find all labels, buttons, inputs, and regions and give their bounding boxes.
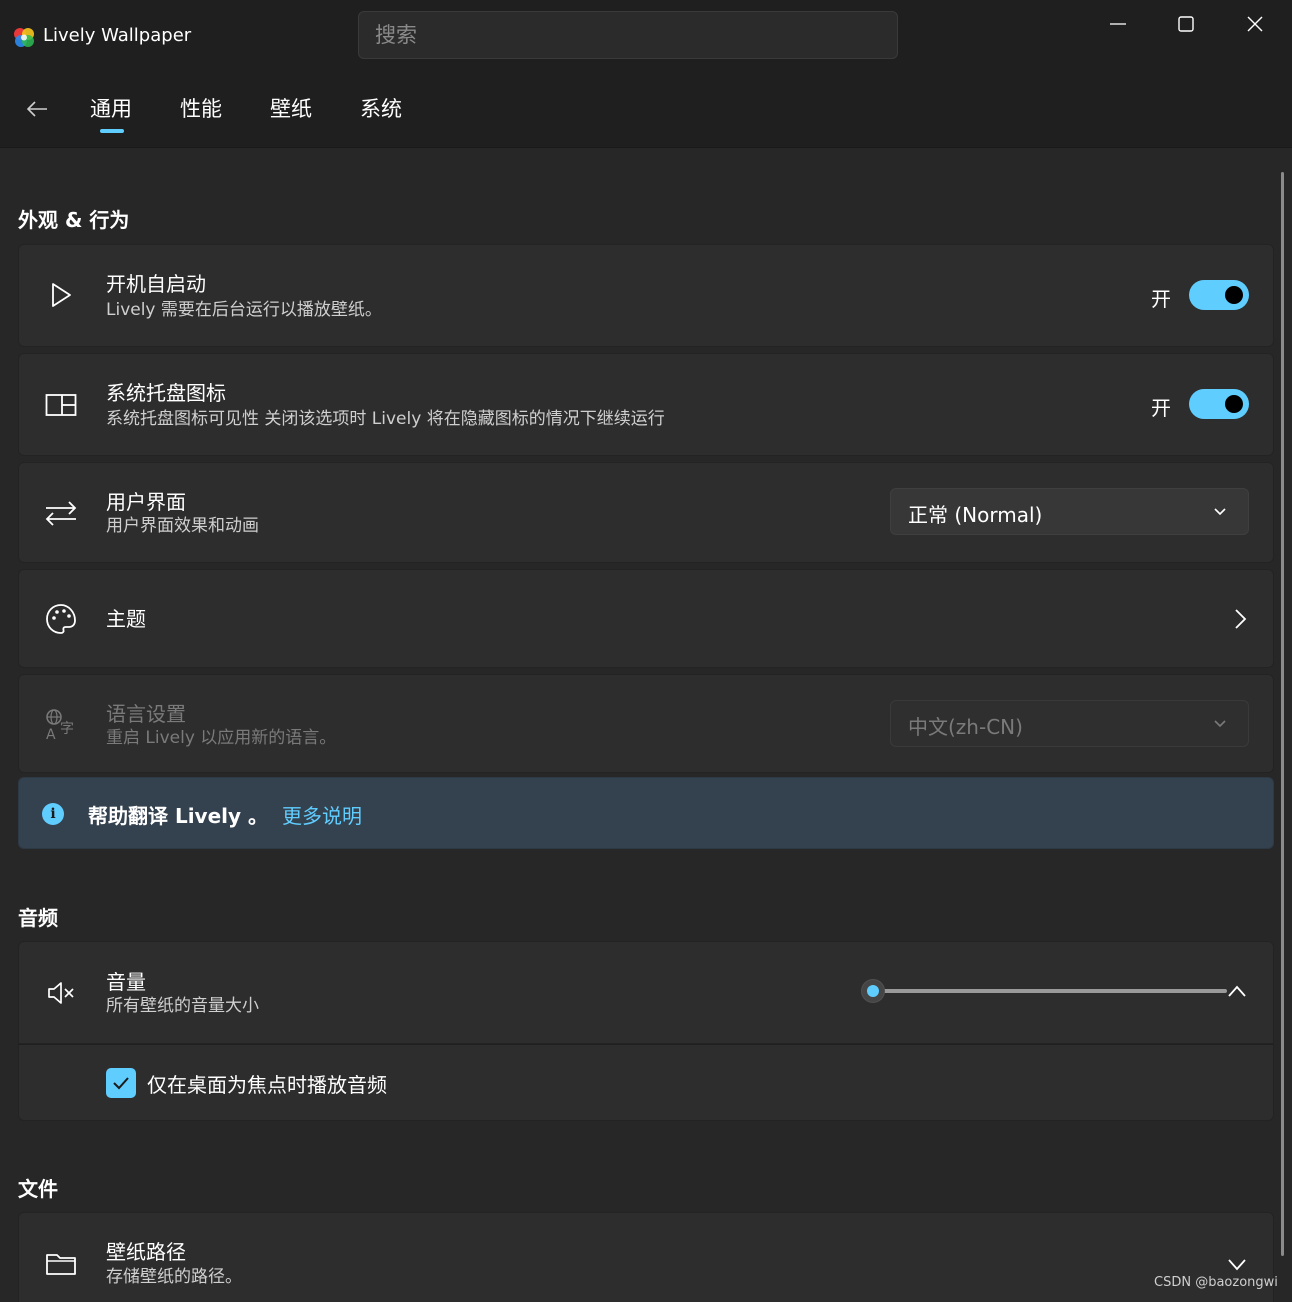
close-button[interactable] <box>1221 0 1289 48</box>
play-icon <box>43 277 79 313</box>
chevron-down-icon <box>1214 508 1226 516</box>
tab-performance[interactable]: 性能 <box>180 94 222 124</box>
scrollbar[interactable] <box>1281 172 1284 1256</box>
slider-track <box>881 989 1227 993</box>
setting-card-startup: 开机自启动 Lively 需要在后台运行以播放壁纸。 开 <box>18 244 1274 347</box>
palette-icon <box>43 601 79 637</box>
back-button[interactable] <box>20 92 54 126</box>
setting-title: 开机自启动 <box>106 272 206 296</box>
setting-description: 系统托盘图标可见性 关闭该选项时 Lively 将在隐藏图标的情况下继续运行 <box>106 409 665 429</box>
chevron-right-icon <box>1235 609 1247 629</box>
tray-icon-toggle[interactable] <box>1189 389 1249 419</box>
setting-title: 音量 <box>106 970 146 994</box>
section-title-audio: 音频 <box>18 906 58 930</box>
chevron-down-icon <box>1214 720 1226 728</box>
setting-description: 所有壁纸的音量大小 <box>106 996 259 1016</box>
tab-general[interactable]: 通用 <box>90 94 132 124</box>
ui-mode-dropdown[interactable]: 正常 (Normal) <box>890 488 1249 535</box>
setting-title: 系统托盘图标 <box>106 381 226 405</box>
more-info-link[interactable]: 更多说明 <box>282 800 362 829</box>
volume-mute-icon <box>43 975 79 1011</box>
tray-panel-icon <box>43 387 79 423</box>
app-title: Lively Wallpaper <box>43 25 192 46</box>
startup-toggle[interactable] <box>1189 280 1249 310</box>
setting-description: 存储壁纸的路径。 <box>106 1267 242 1287</box>
toggle-knob <box>1225 286 1243 304</box>
setting-card-language: A 字 语言设置 重启 Lively 以应用新的语言。 中文(zh-CN) <box>18 674 1274 773</box>
minimize-button[interactable] <box>1084 0 1152 48</box>
setting-card-tray-icon: 系统托盘图标 系统托盘图标可见性 关闭该选项时 Lively 将在隐藏图标的情况… <box>18 353 1274 456</box>
setting-description: Lively 需要在后台运行以播放壁纸。 <box>106 300 382 320</box>
tab-system[interactable]: 系统 <box>360 94 402 124</box>
maximize-button[interactable] <box>1152 0 1220 48</box>
setting-title: 语言设置 <box>106 702 186 726</box>
section-title-files: 文件 <box>18 1177 58 1201</box>
toggle-state-label: 开 <box>1151 396 1171 420</box>
search-input[interactable] <box>359 12 897 58</box>
volume-slider[interactable] <box>861 979 1229 1003</box>
slider-thumb[interactable] <box>861 979 885 1003</box>
section-title-appearance: 外观 & 行为 <box>18 208 130 232</box>
info-message: 帮助翻译 Lively 。 <box>88 804 269 828</box>
minimize-icon <box>1110 23 1126 25</box>
title-bar: Lively Wallpaper <box>0 0 1292 70</box>
setting-card-wallpaper-path: 壁纸路径 存储壁纸的路径。 <box>18 1212 1274 1302</box>
svg-text:字: 字 <box>60 721 74 737</box>
tab-selected-indicator <box>100 129 124 133</box>
setting-card-volume: 音量 所有壁纸的音量大小 <box>18 941 1274 1044</box>
desktop-audio-checkbox[interactable] <box>106 1068 136 1098</box>
language-icon: A 字 <box>43 706 79 742</box>
swap-arrows-icon <box>43 495 79 531</box>
navigation-bar: 通用 性能 壁纸 系统 <box>0 70 1292 148</box>
chevron-up-icon[interactable] <box>1227 984 1247 998</box>
setting-card-theme[interactable]: 主题 <box>18 569 1274 668</box>
language-dropdown[interactable]: 中文(zh-CN) <box>890 700 1249 747</box>
translate-info-bar: i 帮助翻译 Lively 。 更多说明 <box>18 777 1274 849</box>
back-arrow-icon <box>26 101 47 117</box>
maximize-icon <box>1178 16 1194 32</box>
setting-card-desktop-audio: 仅在桌面为焦点时播放音频 <box>18 1044 1274 1121</box>
setting-title: 主题 <box>106 607 146 631</box>
watermark: CSDN @baozongwi <box>1154 1275 1278 1290</box>
dropdown-value: 正常 (Normal) <box>908 503 1043 527</box>
setting-card-user-interface: 用户界面 用户界面效果和动画 正常 (Normal) <box>18 462 1274 563</box>
search-box[interactable] <box>358 11 898 59</box>
checkbox-label: 仅在桌面为焦点时播放音频 <box>147 1073 387 1097</box>
chevron-down-icon[interactable] <box>1227 1257 1247 1271</box>
svg-text:A: A <box>46 727 56 741</box>
setting-description: 重启 Lively 以应用新的语言。 <box>106 728 337 748</box>
dropdown-value: 中文(zh-CN) <box>908 715 1023 739</box>
toggle-state-label: 开 <box>1151 287 1171 311</box>
setting-title: 壁纸路径 <box>106 1240 186 1264</box>
setting-title: 用户界面 <box>106 490 186 514</box>
lively-logo-icon <box>14 28 34 47</box>
folder-icon <box>43 1246 79 1282</box>
tab-wallpaper[interactable]: 壁纸 <box>270 94 312 124</box>
setting-description: 用户界面效果和动画 <box>106 516 259 536</box>
checkmark-icon <box>113 1077 129 1090</box>
toggle-knob <box>1225 395 1243 413</box>
settings-content: 外观 & 行为 开机自启动 Lively 需要在后台运行以播放壁纸。 开 系统托… <box>0 148 1292 1302</box>
info-icon: i <box>42 803 64 825</box>
close-icon <box>1247 16 1263 32</box>
